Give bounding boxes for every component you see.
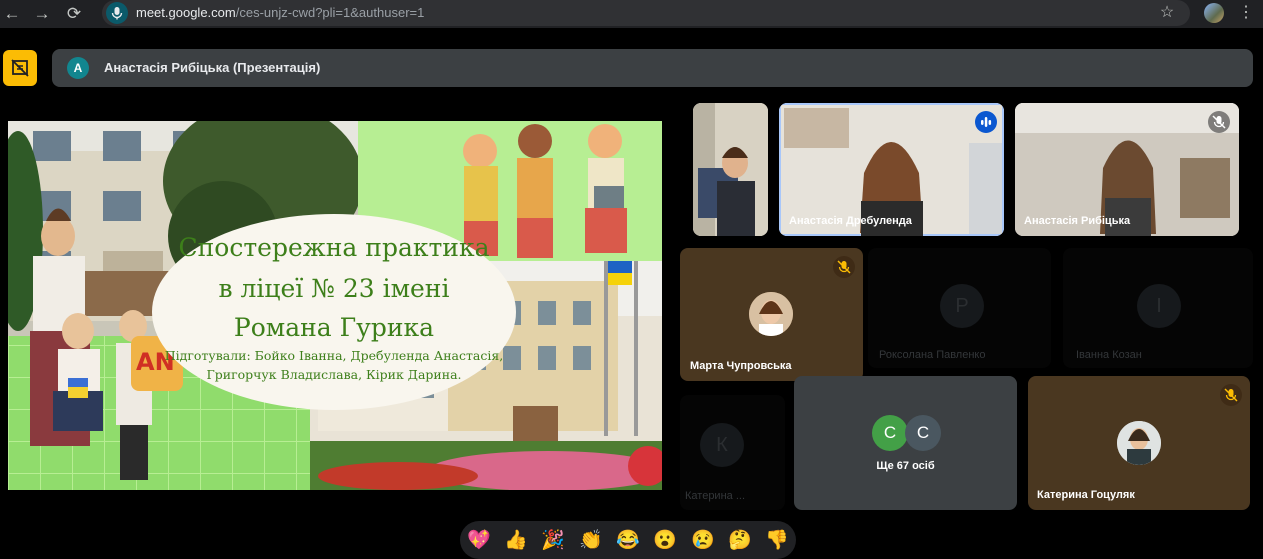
avatar (749, 292, 793, 336)
crying-reaction[interactable]: 😢 (689, 529, 717, 553)
participant-name: Катерина ... (685, 490, 745, 502)
reload-icon[interactable]: ⟳ (63, 3, 85, 25)
star-icon[interactable]: ☆ (1157, 2, 1177, 24)
url-domain: meet.google.com (136, 5, 236, 20)
avatar: І (1137, 284, 1181, 328)
forward-arrow-icon[interactable]: → (31, 3, 53, 25)
slide-title-line-2: в ліцеї № 23 імені (218, 274, 450, 303)
participant-tile-kozan[interactable]: І Іванна Козан (1063, 248, 1253, 368)
thumbs-down-reaction[interactable]: 👎 (763, 529, 791, 553)
participant-tile-rybitska[interactable]: Анастасія Рибіцька (1015, 103, 1239, 236)
mic-icon[interactable] (106, 2, 128, 24)
mic-off-icon (1208, 111, 1230, 133)
menu-dots-icon[interactable]: ⋮ (1238, 2, 1254, 24)
mic-off-icon (1220, 384, 1242, 406)
participant-name: Марта Чупровська (690, 360, 792, 372)
participant-tile-drebulenda[interactable]: Анастасія Дребуленда (779, 103, 1004, 236)
url-path: /ces-unjz-cwd?pli=1&authuser=1 (235, 5, 425, 20)
sparkling-heart-reaction[interactable]: 💖 (465, 529, 493, 553)
speaking-indicator-icon (975, 111, 997, 133)
more-participants-label: Ще 67 осіб (876, 460, 935, 472)
thumbs-up-reaction[interactable]: 👍 (502, 529, 530, 553)
party-popper-reaction[interactable]: 🎉 (539, 529, 567, 553)
back-arrow-icon[interactable]: ← (1, 3, 23, 25)
slide-title-line-1: Спостережна практика (178, 233, 490, 262)
avatar: К (700, 423, 744, 467)
participant-tile-chuprovska[interactable]: Марта Чупровська (680, 248, 863, 381)
mic-off-icon (833, 256, 855, 278)
profile-icon[interactable] (1204, 3, 1224, 23)
presenter-avatar: A (67, 57, 89, 79)
participant-tile-kateryna[interactable]: К Катерина ... (680, 395, 785, 510)
avatar (1117, 421, 1161, 465)
thinking-reaction[interactable]: 🤔 (726, 529, 754, 553)
avatar: C (872, 415, 908, 451)
participant-name: Анастасія Дребуленда (789, 215, 912, 227)
participant-tile-pavlenko[interactable]: Р Роксолана Павленко (868, 248, 1051, 368)
url-text[interactable]: meet.google.com/ces-unjz-cwd?pli=1&authu… (136, 5, 424, 20)
tears-of-joy-reaction[interactable]: 😂 (614, 529, 642, 553)
participant-name: Роксолана Павленко (879, 349, 986, 361)
slide-subtitle-line-2: Григорчук Владислава, Кірик Дарина. (206, 367, 462, 382)
clapping-reaction[interactable]: 👏 (577, 529, 605, 553)
stop-presenting-icon[interactable] (3, 50, 37, 86)
slide-subtitle-line-1: Підготували: Бойко Іванна, Дребуленда Ан… (164, 348, 504, 363)
slide-title-line-3: Романа Гурика (233, 313, 435, 342)
more-participants-tile[interactable]: C C Ще 67 осіб (794, 376, 1017, 510)
participant-name: Іванна Козан (1076, 349, 1142, 361)
participant-tile-hotsuliak[interactable]: Катерина Гоцуляк (1028, 376, 1250, 510)
presenter-title: Анастасія Рибіцька (Презентація) (104, 60, 321, 75)
participant-name: Анастасія Рибіцька (1024, 215, 1131, 227)
participant-tile-1[interactable] (693, 103, 768, 236)
avatar: C (905, 415, 941, 451)
participant-name: Катерина Гоцуляк (1037, 489, 1135, 501)
avatar: Р (940, 284, 984, 328)
surprised-reaction[interactable]: 😮 (651, 529, 679, 553)
